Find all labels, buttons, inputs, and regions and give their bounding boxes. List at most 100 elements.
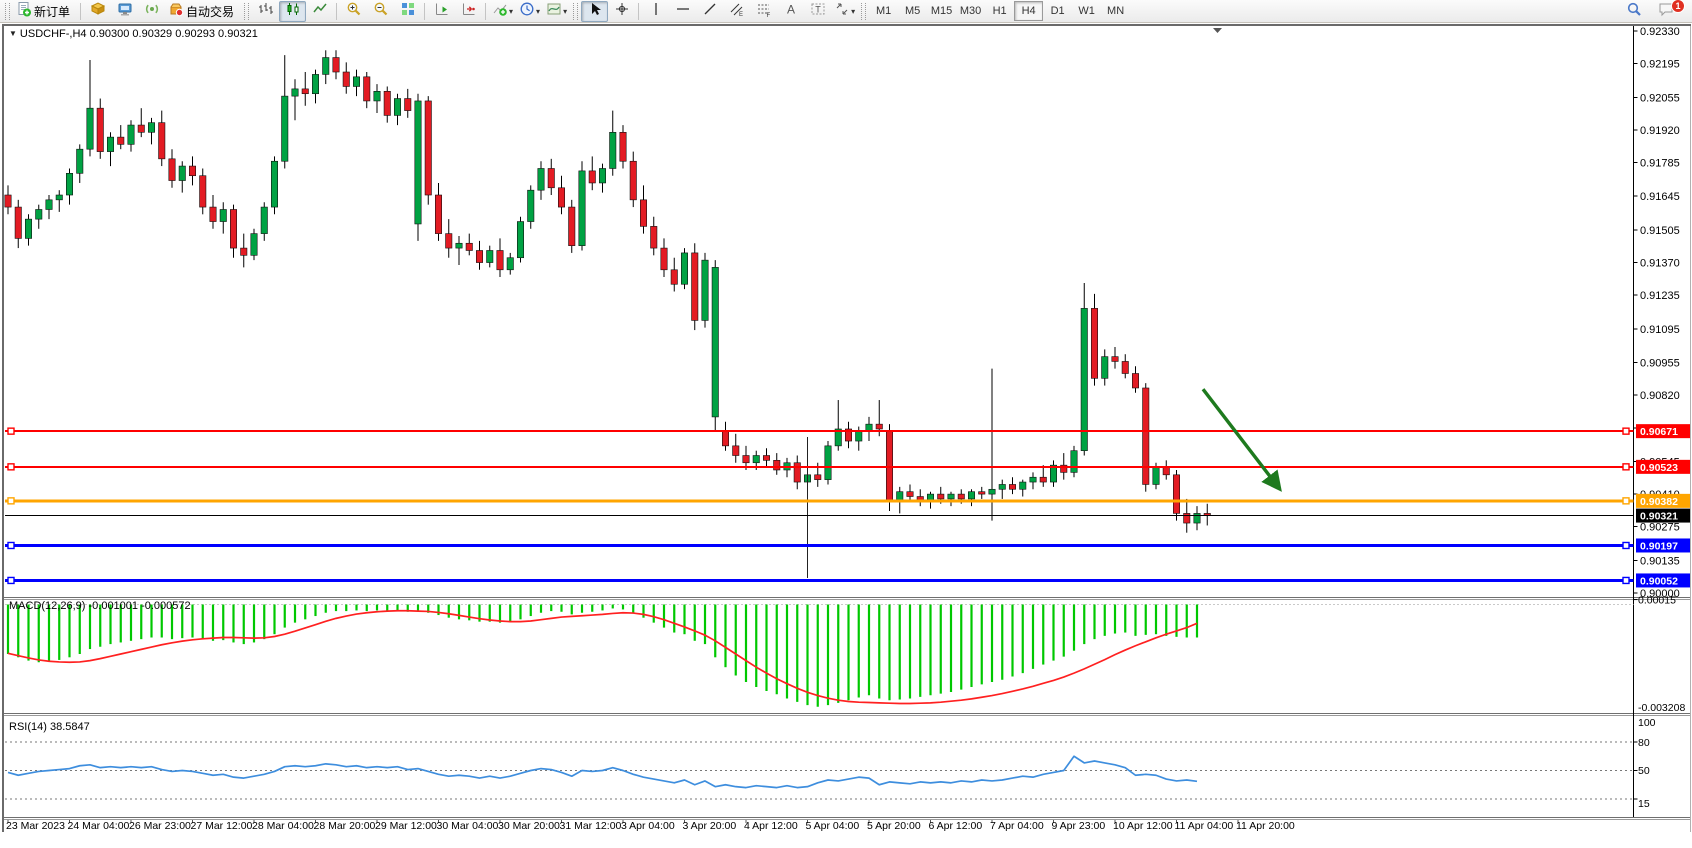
candle-body [107,137,113,151]
time-axis-label[interactable]: 30 Mar 04:00 [437,820,499,832]
templates-button[interactable]: ▾ [543,1,570,22]
chart-shift-button[interactable] [455,1,482,22]
timeframe-m15-button[interactable]: M15 [927,1,956,21]
candle-body [569,207,575,246]
candle-body [261,207,267,234]
current-price-label-text: 0.90321 [1640,511,1678,523]
toolbar-grip[interactable] [861,3,866,20]
candle-body [353,77,359,87]
time-axis-label[interactable]: 6 Apr 12:00 [929,820,983,832]
timeframe-m30-button[interactable]: M30 [956,1,985,21]
timeframe-w1-button[interactable]: W1 [1072,1,1101,21]
bar-chart-button[interactable] [252,1,279,22]
time-axis-label[interactable]: 24 Mar 04:00 [68,820,130,832]
vertical-line-button[interactable] [642,1,669,22]
line-handle-right[interactable] [1623,577,1629,583]
cursor-button[interactable] [581,1,608,22]
time-axis-label[interactable]: 27 Mar 12:00 [191,820,253,832]
candle-body [558,188,564,207]
timeframe-mn-button[interactable]: MN [1101,1,1130,21]
line-chart-button[interactable] [306,1,333,22]
tile-windows-icon [400,1,416,22]
signals-button[interactable] [138,1,165,22]
line-handle-left[interactable] [8,577,14,583]
bar-chart-icon [258,1,274,22]
time-axis-label[interactable]: 5 Apr 20:00 [867,820,921,832]
candle-body [1020,482,1026,489]
time-axis-label[interactable]: 4 Apr 12:00 [744,820,798,832]
time-axis-label[interactable]: 9 Apr 23:00 [1052,820,1106,832]
time-axis-label[interactable]: 26 Mar 23:00 [129,820,191,832]
time-axis-label[interactable]: 5 Apr 04:00 [806,820,860,832]
timeframe-h1-button[interactable]: H1 [985,1,1014,21]
time-axis-label[interactable]: 11 Apr 20:00 [1236,820,1295,832]
line-handle-right[interactable] [1623,428,1629,434]
text-button[interactable]: A [777,1,804,22]
line-handle-left[interactable] [8,542,14,548]
zoom-out-button[interactable] [367,1,394,22]
notifications-button[interactable]: 1 [1653,1,1680,22]
market-watch-button[interactable] [84,1,111,22]
time-axis-label[interactable]: 29 Mar 12:00 [375,820,437,832]
line-handle-right[interactable] [1623,464,1629,470]
search-button[interactable] [1620,1,1647,22]
candle-body [548,168,554,187]
cursor-icon [587,1,603,22]
new-order-button[interactable]: 新订单 [13,1,77,22]
tile-windows-button[interactable] [394,1,421,22]
timeframe-d1-button[interactable]: D1 [1043,1,1072,21]
line-price-label-text: 0.90523 [1640,462,1678,474]
candle-body [538,168,544,190]
line-handle-left[interactable] [8,428,14,434]
toolbar-grip[interactable] [573,3,578,20]
terminal-button[interactable] [111,1,138,22]
auto-trading-button[interactable]: 自动交易 [165,1,241,22]
time-axis-label[interactable]: 3 Apr 20:00 [683,820,737,832]
candlestick-chart-button[interactable] [279,1,306,22]
collapse-triangle-icon[interactable]: ▼ [9,29,17,38]
timeframe-h4-button[interactable]: H4 [1014,1,1043,21]
timeframe-m1-button[interactable]: M1 [869,1,898,21]
candle-body [876,424,882,429]
rsi-indicator-label: RSI(14) 38.5847 [9,721,90,733]
time-axis-label[interactable]: 11 Apr 04:00 [1175,820,1234,832]
candle-body [333,58,339,72]
time-axis-label[interactable]: 31 Mar 12:00 [560,820,622,832]
time-axis-label[interactable]: 10 Apr 12:00 [1113,820,1173,832]
time-axis-label[interactable]: 7 Apr 04:00 [990,820,1044,832]
candle-body [374,91,380,101]
indicators-button[interactable]: ▾ [489,1,516,22]
periods-button[interactable]: ▾ [516,1,543,22]
channel-button[interactable]: E [723,1,750,22]
time-axis-label[interactable]: 28 Mar 04:00 [252,820,314,832]
time-axis-label[interactable]: 28 Mar 20:00 [314,820,376,832]
line-handle-right[interactable] [1623,498,1629,504]
timeframe-m5-button[interactable]: M5 [898,1,927,21]
candle-body [189,166,195,176]
line-price-label-text: 0.90197 [1640,540,1678,552]
line-handle-left[interactable] [8,498,14,504]
auto-scroll-button[interactable] [428,1,455,22]
chart-title[interactable]: ▼USDCHF-,H4 0.90300 0.90329 0.90293 0.90… [9,28,258,40]
zoom-in-button[interactable] [340,1,367,22]
toolbar-grip[interactable] [5,3,10,20]
arrows-button[interactable]: ▾ [831,1,858,22]
chart-canvas[interactable]: 0.923300.921950.920550.919200.917850.916… [0,0,1692,848]
market-watch-icon [90,1,106,22]
trendline-button[interactable] [696,1,723,22]
price-tick-label: 0.92055 [1640,92,1680,104]
toolbar-grip[interactable] [244,3,249,20]
time-axis-label[interactable]: 3 Apr 04:00 [621,820,675,832]
templates-icon [546,1,562,22]
crosshair-button[interactable] [608,1,635,22]
time-axis-label[interactable]: 30 Mar 20:00 [498,820,560,832]
line-handle-right[interactable] [1623,542,1629,548]
horizontal-line-button[interactable] [669,1,696,22]
candle-body [46,200,52,210]
line-handle-left[interactable] [8,464,14,470]
text-label-button[interactable]: T [804,1,831,22]
candle-body [1091,308,1097,378]
candle-body [825,446,831,480]
time-axis-label[interactable]: 23 Mar 2023 [6,820,65,832]
fibonacci-button[interactable]: F [750,1,777,22]
